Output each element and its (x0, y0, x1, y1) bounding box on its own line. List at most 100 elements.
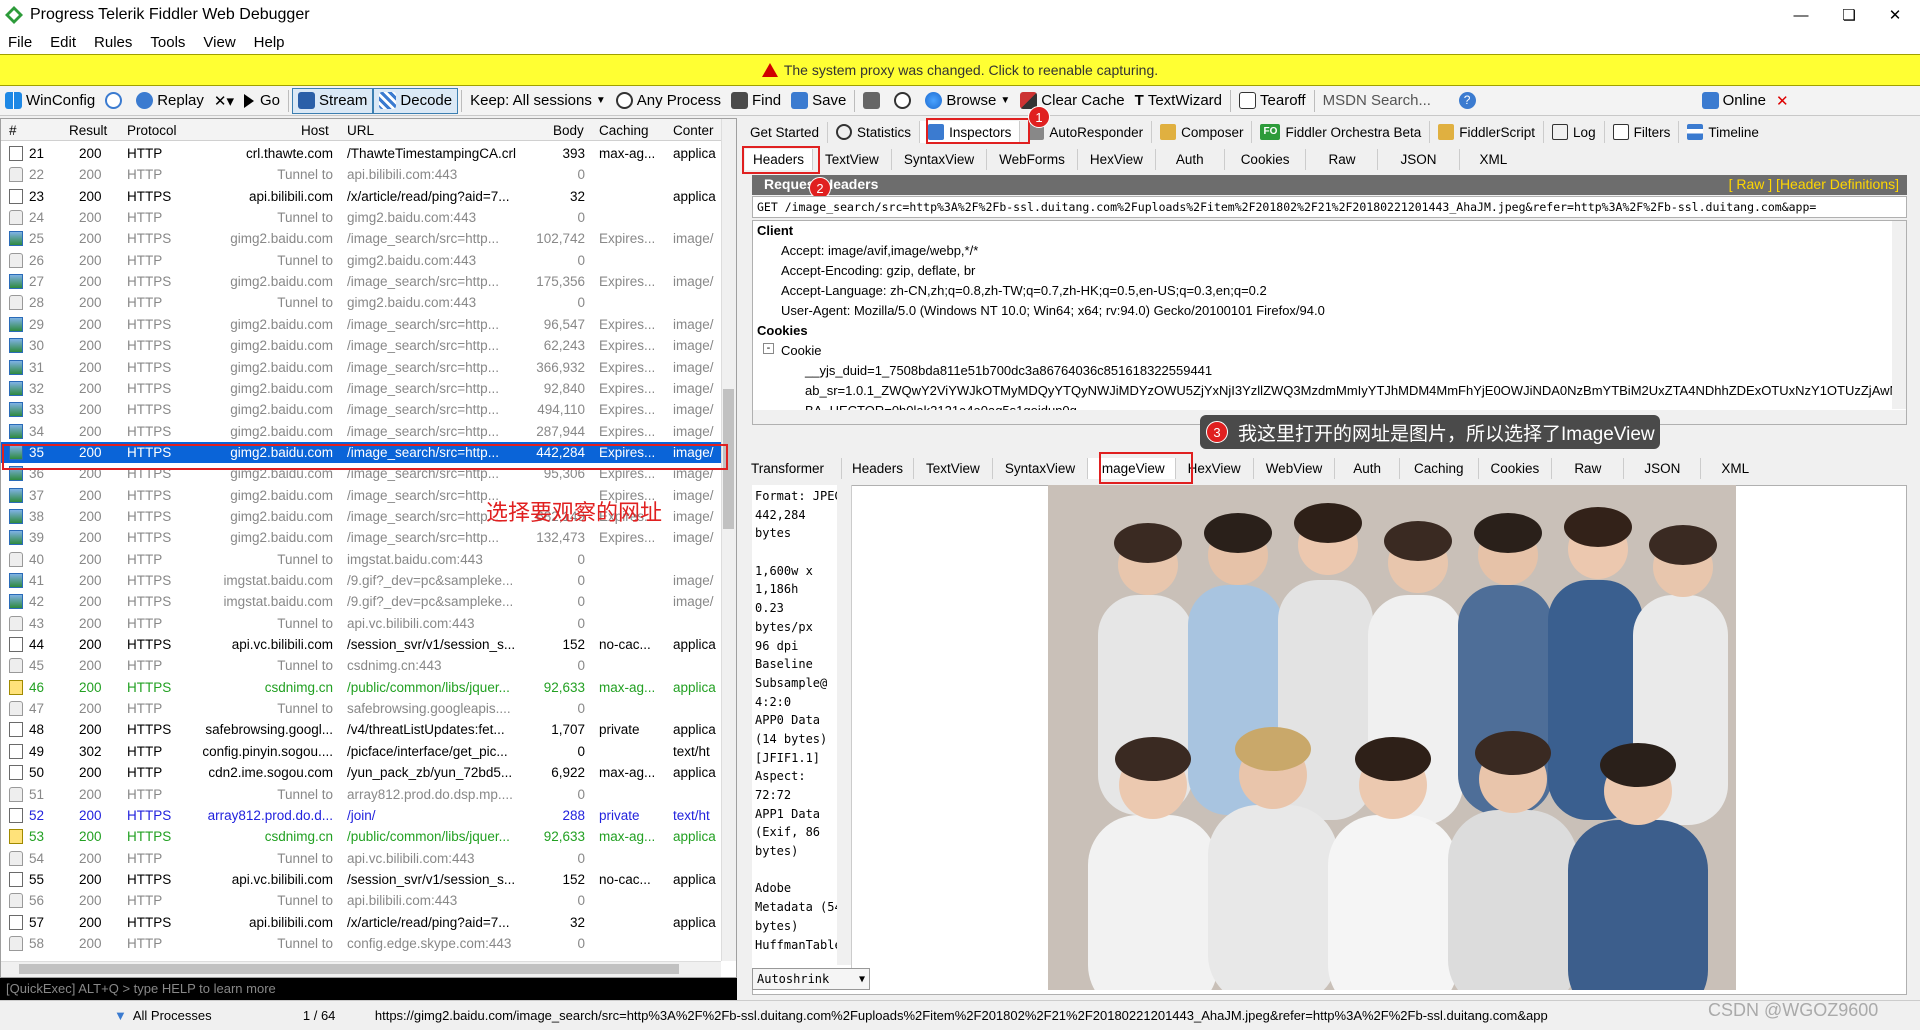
session-horizontal-scrollbar[interactable] (1, 961, 721, 977)
resp-tab-xml[interactable]: XML (1701, 458, 1769, 479)
save-button[interactable]: Save (786, 88, 851, 114)
scroll-thumb[interactable] (19, 964, 679, 974)
tab-timeline[interactable]: Timeline (1679, 121, 1767, 143)
header-links[interactable]: [ Raw ] [Header Definitions] (1729, 176, 1899, 192)
header-accept-encoding[interactable]: Accept-Encoding: gzip, deflate, br (781, 263, 975, 278)
tab-log[interactable]: Log (1544, 121, 1605, 143)
col-result[interactable]: Result (69, 123, 107, 138)
timer-button[interactable] (889, 88, 920, 114)
close-toolbar-button[interactable]: ✕ (1771, 88, 1794, 114)
req-tab-auth[interactable]: Auth (1156, 148, 1225, 170)
minimize-button[interactable]: — (1778, 0, 1824, 30)
session-row[interactable]: 57 200 HTTPS api.bilibili.com/x/article/rea… (1, 912, 721, 933)
resp-tab-cookies[interactable]: Cookies (1479, 457, 1553, 479)
browse-button[interactable]: Browse ▼ (920, 88, 1015, 114)
remove-sessions-button[interactable]: ✕▾ (209, 88, 239, 114)
session-row[interactable]: 40 200 HTTP Tunnel to imgstat.baidu.com:443 0 (1, 549, 721, 570)
col-url[interactable]: URL (347, 123, 374, 138)
msdn-search-input[interactable]: MSDN Search... (1318, 88, 1454, 114)
session-row[interactable]: 44 200 HTTPS api.vc.bilibili.com/session_sv… (1, 634, 721, 655)
resp-tab-transformer[interactable]: Transformer (745, 457, 842, 479)
col-protocol[interactable]: Protocol (127, 123, 177, 138)
resp-tab-webview[interactable]: WebView (1254, 457, 1336, 479)
req-tab-json[interactable]: JSON (1378, 148, 1460, 170)
group-client[interactable]: Client (757, 223, 793, 238)
session-list[interactable]: # Result Protocol Host URL Body Caching … (0, 118, 737, 978)
session-row[interactable]: 28 200 HTTP Tunnel to gimg2.baidu.com:443 0 (1, 292, 721, 313)
maximize-button[interactable]: ❏ (1826, 0, 1872, 30)
session-row[interactable]: 27 200 HTTPS gimg2.baidu.com/image_search/s… (1, 271, 721, 292)
tab-filters[interactable]: Filters (1605, 121, 1680, 143)
collapse-icon[interactable]: - (763, 343, 774, 354)
resp-tab-raw[interactable]: Raw (1552, 457, 1625, 479)
request-headers-tree[interactable]: Client Accept: image/avif,image/webp,*/*… (752, 220, 1907, 425)
col-host[interactable]: Host (301, 123, 329, 138)
go-button[interactable]: Go (239, 88, 285, 114)
session-row[interactable]: 51 200 HTTP Tunnel to array812.prod.do.dsp.m… (1, 784, 721, 805)
col-caching[interactable]: Caching (599, 123, 649, 138)
header-user-agent[interactable]: User-Agent: Mozilla/5.0 (Windows NT 10.0… (781, 303, 1325, 318)
session-row[interactable]: 31 200 HTTPS gimg2.baidu.com/image_search/s… (1, 357, 721, 378)
header-cookie[interactable]: Cookie (781, 343, 821, 358)
col-body[interactable]: Body (553, 123, 584, 138)
req-tab-raw[interactable]: Raw (1306, 148, 1379, 170)
menu-rules[interactable]: Rules (94, 34, 132, 51)
request-line[interactable]: GET /image_search/src=http%3A%2F%2Fb-ssl… (752, 196, 1907, 218)
textwizard-button[interactable]: T TextWizard (1130, 88, 1227, 114)
req-tab-hexview[interactable]: HexView (1078, 148, 1156, 170)
process-filter[interactable]: All Processes (133, 1008, 303, 1023)
session-row[interactable]: 41 200 HTTPS imgstat.baidu.com/9.gif?_dev=p… (1, 570, 721, 591)
session-row[interactable]: 43 200 HTTP Tunnel to api.vc.bilibili.com:44… (1, 613, 721, 634)
find-button[interactable]: Find (726, 88, 786, 114)
session-row[interactable]: 46 200 HTTPS csdnimg.cn/public/common/libs/… (1, 677, 721, 698)
session-row[interactable]: 23 200 HTTPS api.bilibili.com/x/article/rea… (1, 186, 721, 207)
menu-help[interactable]: Help (254, 34, 285, 51)
tab-fiddler-orchestra[interactable]: FO Fiddler Orchestra Beta (1252, 121, 1431, 143)
session-row[interactable]: 55 200 HTTPS api.vc.bilibili.com/session_sv… (1, 869, 721, 890)
tearoff-button[interactable]: Tearoff (1234, 88, 1311, 114)
session-row[interactable]: 39 200 HTTPS gimg2.baidu.com/image_search/s… (1, 527, 721, 548)
session-row[interactable]: 42 200 HTTPS imgstat.baidu.com/9.gif?_dev=p… (1, 591, 721, 612)
req-tab-webforms[interactable]: WebForms (987, 148, 1078, 170)
session-row[interactable]: 34 200 HTTPS gimg2.baidu.com/image_search/s… (1, 421, 721, 442)
header-accept-language[interactable]: Accept-Language: zh-CN,zh;q=0.8,zh-TW;q=… (781, 283, 1267, 298)
header-accept[interactable]: Accept: image/avif,image/webp,*/* (781, 243, 978, 258)
tab-fiddlerscript[interactable]: FiddlerScript (1430, 121, 1545, 143)
session-row[interactable]: 21 200 HTTP crl.thawte.com/ThawteTimestampi… (1, 143, 721, 164)
tab-composer[interactable]: Composer (1152, 121, 1253, 143)
headers-vertical-scrollbar[interactable] (1892, 221, 1906, 409)
session-row[interactable]: 56 200 HTTP Tunnel to api.bilibili.com:443 0 (1, 890, 721, 911)
winconfig-button[interactable]: WinConfig (0, 88, 100, 114)
session-row[interactable]: 54 200 HTTP Tunnel to api.vc.bilibili.com:44… (1, 848, 721, 869)
session-row[interactable]: 50 200 HTTP cdn2.ime.sogou.com/yun_pack_zb/… (1, 762, 721, 783)
help-button[interactable]: ? (1454, 88, 1485, 114)
session-row[interactable]: 58 200 HTTP Tunnel to config.edge.skype.com:… (1, 933, 721, 954)
session-row[interactable]: 52 200 HTTPS array812.prod.do.d... /join/288… (1, 805, 721, 826)
col-num[interactable]: # (9, 123, 17, 138)
cookie-ab-sr[interactable]: ab_sr=1.0.1_ZWQwY2ViYWJkOTMyMDQyYTQyNWJi… (805, 383, 1906, 398)
resp-tab-syntaxview[interactable]: SyntaxView (993, 457, 1089, 479)
metadata-scrollbar[interactable] (837, 485, 851, 965)
session-row[interactable]: 47 200 HTTP Tunnel to safebrowsing.googleapi… (1, 698, 721, 719)
autoshrink-dropdown[interactable]: Autoshrink ▼ (752, 968, 870, 990)
session-row[interactable]: 53 200 HTTPS csdnimg.cn/public/common/libs/… (1, 826, 721, 847)
resp-tab-auth[interactable]: Auth (1335, 457, 1400, 479)
session-row[interactable]: 24 200 HTTP Tunnel to gimg2.baidu.com:443 0 (1, 207, 721, 228)
session-row[interactable]: 49 302 HTTP config.pinyin.sogou.... /picface… (1, 741, 721, 762)
session-row[interactable]: 25 200 HTTPS gimg2.baidu.com/image_search/s… (1, 228, 721, 249)
menu-view[interactable]: View (203, 34, 235, 51)
req-tab-xml[interactable]: XML (1460, 149, 1528, 170)
stream-button[interactable]: Stream (292, 87, 374, 114)
session-row[interactable]: 45 200 HTTP Tunnel to csdnimg.cn:443 0 (1, 655, 721, 676)
resp-tab-headers[interactable]: Headers (842, 457, 915, 479)
resp-tab-caching[interactable]: Caching (1400, 457, 1479, 479)
group-cookies[interactable]: Cookies (757, 323, 808, 338)
session-row[interactable]: 33 200 HTTPS gimg2.baidu.com/image_search/s… (1, 399, 721, 420)
comment-button[interactable] (100, 88, 131, 114)
menu-tools[interactable]: Tools (150, 34, 185, 51)
any-process-button[interactable]: Any Process (611, 88, 726, 114)
close-window-button[interactable]: ✕ (1872, 0, 1918, 30)
tab-statistics[interactable]: Statistics (828, 121, 921, 143)
session-row[interactable]: 29 200 HTTPS gimg2.baidu.com/image_search/s… (1, 314, 721, 335)
session-row[interactable]: 22 200 HTTP Tunnel to api.bilibili.com:443 0 (1, 164, 721, 185)
